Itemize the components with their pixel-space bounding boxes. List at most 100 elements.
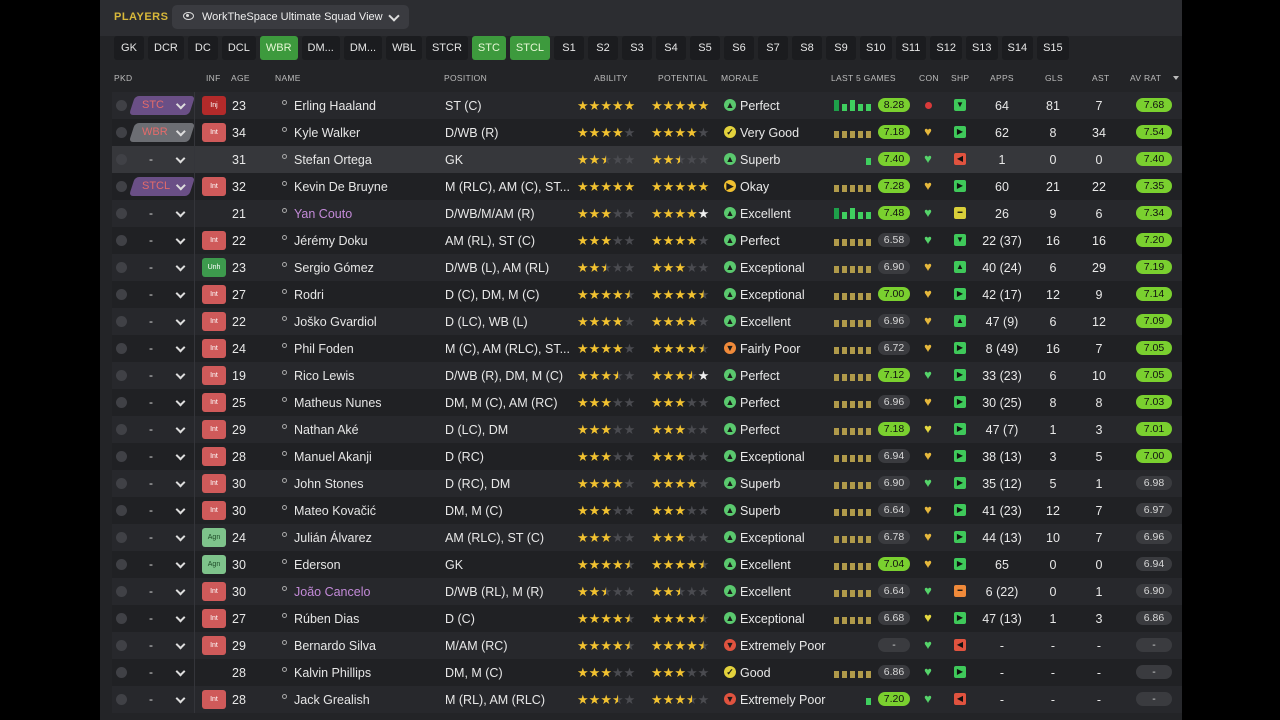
col-avrat[interactable]: AV RAT [1130,73,1161,83]
select-checkbox[interactable] [116,586,127,597]
picked-position-select[interactable]: - [132,393,192,412]
table-row[interactable]: - Int 22 Joško Gvardiol D (LC), WB (L) ★★★★★ ★… [112,308,1182,335]
table-row[interactable]: - Int 19 Rico Lewis D/WB (R), DM, M (C) ★★★★★… [112,362,1182,389]
info-badge[interactable]: Int [202,636,226,655]
table-row[interactable]: - Int 28 Manuel Akanji D (RC) ★★★★★ ★★★★★ ▲ Exce… [112,443,1182,470]
picked-position-select[interactable]: - [132,231,192,250]
info-badge[interactable]: Int [202,123,226,142]
player-name[interactable]: Erling Haaland [294,99,376,113]
table-row[interactable]: - Agn 30 Ederson GK ★★★★★ ★★★★★ ▲ Excellent 7.04 ♥… [112,551,1182,578]
position-filter-stcr[interactable]: STCR [425,36,468,60]
position-filter-s6[interactable]: S6 [724,36,755,60]
player-name[interactable]: Joško Gvardiol [294,315,377,329]
select-checkbox[interactable] [116,559,127,570]
info-badge[interactable]: Int [202,285,226,304]
col-pkd[interactable]: PKD [114,73,132,83]
player-name[interactable]: Manuel Akanji [294,450,372,464]
info-badge[interactable]: Int [202,177,226,196]
table-row[interactable]: - Unh 23 Sergio Gómez D/WB (L), AM (RL) ★★★★★… [112,254,1182,281]
position-filter-s3[interactable]: S3 [622,36,653,60]
select-checkbox[interactable] [116,640,127,651]
table-row[interactable]: - 28 Kalvin Phillips DM, M (C) ★★★★★ ★★★★★ ✓ Go… [112,659,1182,686]
table-row[interactable]: - 31 Stefan Ortega GK ★★★★★ ★★★★★ ▲ Superb 7.40 ♥… [112,146,1182,173]
info-badge[interactable]: Int [202,501,226,520]
position-filter-dcr[interactable]: DCR [148,36,184,60]
player-name[interactable]: Julián Álvarez [294,531,372,545]
sort-desc-icon[interactable] [1173,76,1179,80]
picked-position-select[interactable]: - [132,474,192,493]
col-con[interactable]: CON [919,73,939,83]
col-potential[interactable]: POTENTIAL [658,73,708,83]
table-row[interactable]: - Int 22 Jérémy Doku AM (RL), ST (C) ★★★★★ ★★★… [112,227,1182,254]
picked-position-select[interactable]: - [132,339,192,358]
select-checkbox[interactable] [116,694,127,705]
player-name[interactable]: Sergio Gómez [294,261,374,275]
view-selector[interactable]: WorkTheSpace Ultimate Squad View [172,5,409,29]
table-row[interactable]: - Int 24 Phil Foden M (C), AM (RLC), ST... ★★… [112,335,1182,362]
info-badge[interactable]: Int [202,339,226,358]
picked-position-tag[interactable]: STCL [128,177,196,196]
select-checkbox[interactable] [116,424,127,435]
info-badge[interactable]: Int [202,474,226,493]
select-checkbox[interactable] [116,100,127,111]
table-row[interactable]: - Int 25 Matheus Nunes DM, M (C), AM (RC) ★★★… [112,389,1182,416]
position-filter-dc[interactable]: DC [187,36,218,60]
player-name[interactable]: Yan Couto [294,207,352,221]
player-name[interactable]: Ederson [294,558,341,572]
position-filter-stcl[interactable]: STCL [509,36,551,60]
info-badge[interactable]: Int [202,366,226,385]
player-name[interactable]: Kyle Walker [294,126,360,140]
player-name[interactable]: Bernardo Silva [294,639,376,653]
info-badge[interactable]: Int [202,420,226,439]
player-name[interactable]: Kalvin Phillips [294,666,371,680]
player-name[interactable]: Rico Lewis [294,369,354,383]
player-name[interactable]: Stefan Ortega [294,153,372,167]
select-checkbox[interactable] [116,451,127,462]
table-row[interactable]: - Agn 24 Julián Álvarez AM (RLC), ST (C) ★★★★… [112,524,1182,551]
select-checkbox[interactable] [116,505,127,516]
col-apps[interactable]: APPS [990,73,1014,83]
info-badge[interactable]: Int [202,231,226,250]
select-checkbox[interactable] [116,262,127,273]
table-row[interactable]: - Int 30 John Stones D (RC), DM ★★★★★ ★★★★★ ▲ Su… [112,470,1182,497]
picked-position-select[interactable]: - [132,204,192,223]
picked-position-tag[interactable]: WBR [128,123,196,142]
info-badge[interactable]: Int [202,312,226,331]
select-checkbox[interactable] [116,397,127,408]
position-filter-s1[interactable]: S1 [554,36,585,60]
player-name[interactable]: Mateo Kovačić [294,504,376,518]
picked-position-select[interactable]: - [132,663,192,682]
info-badge[interactable]: Int [202,609,226,628]
table-row[interactable]: STCL Int 32 Kevin De Bruyne M (RLC), AM (C),… [112,173,1182,200]
select-checkbox[interactable] [116,127,127,138]
table-row[interactable]: - Int 27 Rúben Dias D (C) ★★★★★ ★★★★★ ▲ Exceptio… [112,605,1182,632]
picked-position-select[interactable]: - [132,285,192,304]
position-filter-wbl[interactable]: WBL [386,36,422,60]
picked-position-select[interactable]: - [132,312,192,331]
picked-position-select[interactable]: - [132,447,192,466]
player-name[interactable]: Nathan Aké [294,423,359,437]
position-filter-s11[interactable]: S11 [895,36,927,60]
position-filter-dm[interactable]: DM... [343,36,383,60]
select-checkbox[interactable] [116,154,127,165]
position-filter-s13[interactable]: S13 [965,36,998,60]
col-position[interactable]: POSITION [444,73,487,83]
position-filter-s5[interactable]: S5 [690,36,721,60]
table-row[interactable]: - 21 Yan Couto D/WB/M/AM (R) ★★★★★ ★★★★★ ▲ Exce… [112,200,1182,227]
position-filter-s9[interactable]: S9 [826,36,857,60]
select-checkbox[interactable] [116,289,127,300]
table-row[interactable]: STC Inj 23 Erling Haaland ST (C) ★★★★★ ★★★★★ ▲ P… [112,92,1182,119]
select-checkbox[interactable] [116,370,127,381]
player-name[interactable]: Matheus Nunes [294,396,382,410]
position-filter-s14[interactable]: S14 [1001,36,1034,60]
info-badge[interactable]: Inj [202,96,226,115]
position-filter-dm[interactable]: DM... [301,36,340,60]
table-row[interactable]: WBR Int 34 Kyle Walker D/WB (R) ★★★★★ ★★★★★ ✓ Ve… [112,119,1182,146]
position-filter-gk[interactable]: GK [114,36,144,60]
info-badge[interactable]: Agn [202,528,226,547]
table-row[interactable]: - Int 30 Mateo Kovačić DM, M (C) ★★★★★ ★★★★★ ▲ S… [112,497,1182,524]
position-filter-s2[interactable]: S2 [588,36,619,60]
col-age[interactable]: AGE [231,73,250,83]
player-name[interactable]: Jérémy Doku [294,234,368,248]
select-checkbox[interactable] [116,235,127,246]
